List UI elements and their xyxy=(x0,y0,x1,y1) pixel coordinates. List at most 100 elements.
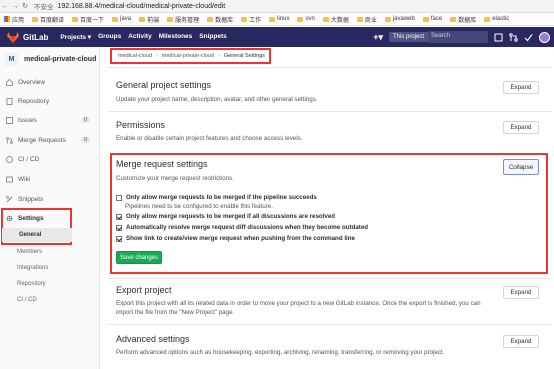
folder-icon xyxy=(269,16,276,22)
nav-milestones[interactable]: Milestones xyxy=(159,33,193,41)
folder-icon xyxy=(297,16,304,22)
checkbox-auto-resolve[interactable] xyxy=(116,224,122,231)
chevron-right-icon: › xyxy=(155,53,158,59)
pipeline-help-text: Pipelines need to be configured to enabl… xyxy=(125,203,273,210)
expand-permissions-button[interactable]: Expand xyxy=(503,121,539,134)
gear-icon xyxy=(6,215,13,221)
expand-export-button[interactable]: Expand xyxy=(503,286,539,299)
option-show-link[interactable]: Show link to create/view merge request w… xyxy=(116,235,355,242)
sidebar-item-overview[interactable]: Overview xyxy=(0,75,100,89)
nav-projects[interactable]: Projects ▾ xyxy=(60,33,91,41)
search-input[interactable]: Search xyxy=(428,31,488,43)
todo-check-icon[interactable] xyxy=(524,33,533,42)
bookmark-item[interactable]: elastic xyxy=(484,16,509,22)
folder-icon xyxy=(241,16,248,22)
gitlab-header: GitLab Projects ▾ Groups Activity Milest… xyxy=(0,27,554,47)
url-field[interactable]: 192.168.88.4/medical-cloud/medical-priva… xyxy=(58,3,226,10)
search-scope[interactable]: This project xyxy=(388,32,428,42)
snippet-icon xyxy=(6,195,13,202)
nav-snippets[interactable]: Snippets xyxy=(199,33,226,41)
folder-icon xyxy=(167,16,174,22)
expand-general-button[interactable]: Expand xyxy=(503,81,539,94)
option-auto-resolve[interactable]: Automatically resolve merge request diff… xyxy=(116,224,368,231)
bookmark-item[interactable]: 前端 xyxy=(139,15,159,24)
sidebar-item-issues[interactable]: Issues 0 xyxy=(0,113,100,127)
gitlab-logo-icon[interactable] xyxy=(7,31,19,43)
checkbox-show-link[interactable] xyxy=(116,235,122,242)
bookmark-item[interactable]: 商业 xyxy=(356,15,377,24)
section-title-merge: Merge request settings xyxy=(116,159,208,169)
header-right: +▾ This project Search xyxy=(373,27,550,47)
section-desc-merge: Customize your merge request restriction… xyxy=(116,175,234,182)
bookmark-item[interactable]: 百度翻译 xyxy=(32,15,64,24)
section-title-advanced: Advanced settings xyxy=(116,334,190,344)
breadcrumb-project[interactable]: medical-private-cloud xyxy=(162,53,214,59)
nav-groups[interactable]: Groups xyxy=(98,33,121,41)
book-icon xyxy=(6,97,13,105)
user-avatar[interactable] xyxy=(539,31,550,43)
bookmark-item[interactable]: javaweb xyxy=(384,16,415,22)
folder-icon xyxy=(422,16,429,22)
folder-icon xyxy=(207,16,214,22)
option-discussions-resolved[interactable]: Only allow merge requests to be merged i… xyxy=(116,213,335,220)
checkbox-pipeline-succeeds[interactable] xyxy=(116,194,122,201)
folder-icon xyxy=(112,16,119,22)
section-title-export: Export project xyxy=(116,285,172,295)
bookmark-item[interactable]: 大数据 xyxy=(322,15,349,24)
checkbox-discussions-resolved[interactable] xyxy=(116,213,122,220)
rocket-icon xyxy=(6,155,13,163)
sidebar-sub-members[interactable]: Members xyxy=(0,245,100,259)
back-icon[interactable]: ← xyxy=(0,3,10,10)
bookmark-item[interactable]: linux xyxy=(269,16,289,22)
browser-address-bar: ← → ↻ 不安全 192.168.88.4/medical-cloud/med… xyxy=(0,0,554,13)
breadcrumb-current[interactable]: General Settings xyxy=(224,53,265,59)
folder-icon xyxy=(356,16,363,22)
sidebar-item-merge-requests[interactable]: Merge Requests 0 xyxy=(0,133,100,147)
folder-icon xyxy=(484,16,491,22)
apps-icon xyxy=(4,16,10,22)
bookmark-item[interactable]: 服务管理 xyxy=(167,15,199,24)
bookmark-item[interactable]: 工作 xyxy=(241,15,261,24)
bookmark-item[interactable]: 数据库 xyxy=(207,15,233,24)
home-icon xyxy=(6,78,13,86)
chevron-right-icon: › xyxy=(218,53,220,59)
nav-activity[interactable]: Activity xyxy=(128,33,151,41)
section-desc-export-2: import the file from the "New Project" p… xyxy=(116,309,235,316)
sidebar-sub-ci-cd[interactable]: CI / CD xyxy=(0,293,100,307)
security-indicator[interactable]: 不安全 xyxy=(34,1,54,11)
project-header[interactable]: M medical-private-cloud xyxy=(5,53,96,66)
bookmark-apps[interactable]: 应用 xyxy=(4,15,24,24)
expand-advanced-button[interactable]: Expand xyxy=(503,335,539,348)
divider xyxy=(108,67,552,68)
top-nav: Projects ▾ Groups Activity Milestones Sn… xyxy=(60,33,226,41)
sidebar-item-ci-cd[interactable]: CI / CD xyxy=(0,152,100,166)
collapse-merge-button[interactable]: Collapse xyxy=(503,159,539,175)
sidebar-sub-integrations[interactable]: Integrations xyxy=(0,261,100,275)
merge-request-icon[interactable] xyxy=(509,32,518,42)
sidebar-item-wiki[interactable]: Wiki xyxy=(0,172,100,186)
sidebar-sub-general[interactable]: General xyxy=(2,228,72,242)
issues-count-badge: 0 xyxy=(80,117,90,123)
forward-icon[interactable]: → xyxy=(10,3,20,10)
sidebar-sub-repository[interactable]: Repository xyxy=(0,277,100,291)
sidebar-item-snippets[interactable]: Snippets xyxy=(0,192,100,206)
bookmark-item[interactable]: java xyxy=(112,16,131,22)
brand-name[interactable]: GitLab xyxy=(23,33,48,42)
section-desc-general: Update your project name, description, a… xyxy=(116,96,318,103)
breadcrumb-group[interactable]: medical-cloud xyxy=(118,53,152,59)
folder-icon xyxy=(322,16,329,22)
bookmark-item[interactable]: face xyxy=(422,16,442,22)
issues-icon[interactable] xyxy=(494,33,503,42)
new-plus-icon[interactable]: +▾ xyxy=(373,32,383,43)
option-pipeline-succeeds[interactable]: Only allow merge requests to be merged i… xyxy=(116,194,317,201)
bookmark-item[interactable]: 数据库 xyxy=(450,15,476,24)
sidebar-item-repository[interactable]: Repository xyxy=(0,94,100,108)
section-desc-permissions: Enable or disable certain project featur… xyxy=(116,135,303,142)
bookmark-item[interactable]: 百度一下 xyxy=(72,15,104,24)
sidebar-item-settings[interactable]: Settings xyxy=(0,211,100,225)
save-changes-button[interactable]: Save changes xyxy=(116,251,162,264)
divider xyxy=(108,324,552,325)
bookmark-item[interactable]: svn xyxy=(297,16,315,22)
project-name: medical-private-cloud xyxy=(24,56,97,63)
reload-icon[interactable]: ↻ xyxy=(20,2,30,10)
